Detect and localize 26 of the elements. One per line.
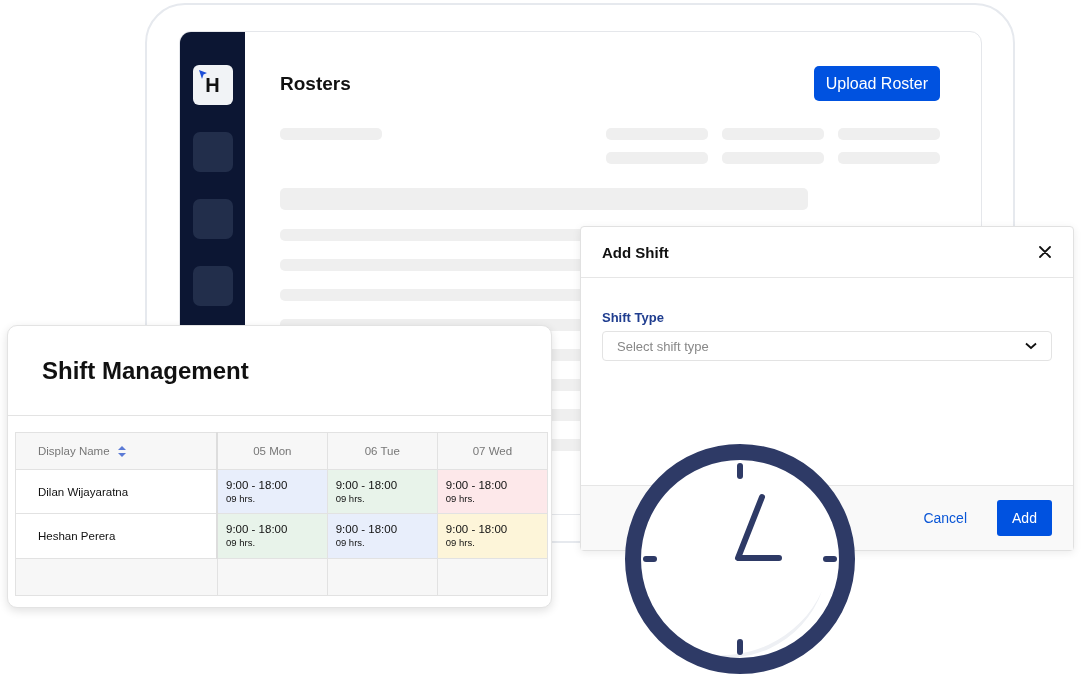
shift-cell[interactable]: 9:00 - 18:00 09 hrs. [327, 469, 438, 514]
shift-cell[interactable]: 9:00 - 18:00 09 hrs. [327, 513, 438, 559]
close-icon[interactable] [1039, 246, 1051, 258]
chevron-down-icon [1025, 342, 1037, 350]
shift-cell[interactable]: 9:00 - 18:00 09 hrs. [437, 513, 548, 559]
add-button[interactable]: Add [997, 500, 1052, 536]
shift-cell[interactable]: 9:00 - 18:00 09 hrs. [437, 469, 548, 514]
cancel-button[interactable]: Cancel [923, 506, 967, 530]
sort-icon[interactable] [117, 445, 126, 457]
dialog-title: Add Shift [602, 243, 669, 261]
upload-button[interactable]: Upload Roster [813, 66, 940, 101]
field-label: Shift Type [602, 310, 665, 325]
pointer-icon [198, 70, 207, 79]
column-header: 06 Tue [327, 432, 438, 470]
shift-type-dropdown[interactable]: Select shift type [602, 331, 1052, 361]
shift-cell[interactable]: 9:00 - 18:00 09 hrs. [217, 469, 328, 514]
column-header: 05 Mon [217, 432, 328, 470]
shift-cell[interactable]: 9:00 - 18:00 09 hrs. [217, 513, 328, 559]
logo[interactable]: H [192, 65, 233, 105]
nav-item[interactable] [192, 132, 233, 172]
column-header: 07 Wed [437, 432, 548, 470]
nav-item[interactable] [192, 199, 233, 239]
nav-item[interactable] [192, 266, 233, 306]
page-title: Rosters [280, 72, 351, 95]
card-title: Shift Management [42, 356, 249, 385]
column-header[interactable]: Display Name [15, 432, 217, 470]
